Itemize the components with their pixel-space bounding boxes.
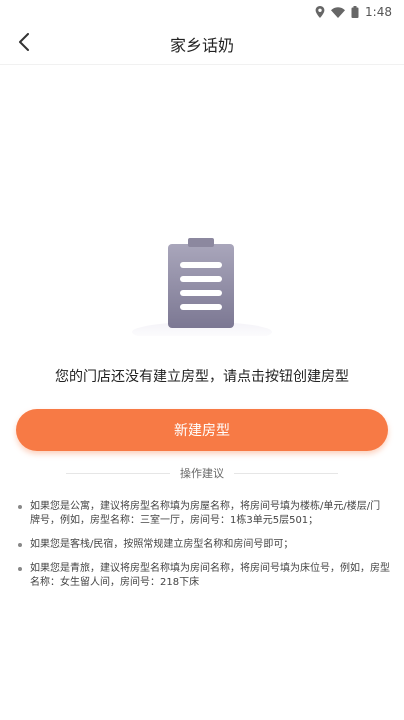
- divider: [234, 472, 338, 474]
- status-bar: 1:48: [0, 0, 404, 24]
- page-title: 家乡话奶: [169, 36, 234, 55]
- back-button[interactable]: [10, 30, 38, 58]
- app-bar: 家乡话奶: [0, 24, 404, 65]
- tip-item: 如果您是客栈/民宿，按照常规建立房型名称和房间号即可；: [18, 538, 390, 552]
- create-room-type-button[interactable]: 新建房型: [16, 409, 388, 451]
- tips-list: 如果您是公寓，建议将房型名称填为房屋名称，将房间号填为楼栋/单元/楼层/门牌号，…: [18, 500, 390, 600]
- empty-clipboard-illustration: [130, 238, 274, 342]
- battery-icon: [351, 6, 359, 18]
- wifi-icon: [331, 6, 346, 18]
- chevron-left-icon: [18, 33, 30, 55]
- status-time: 1:48: [365, 5, 392, 19]
- location-icon: [315, 6, 325, 18]
- tip-item: 如果您是公寓，建议将房型名称填为房屋名称，将房间号填为楼栋/单元/楼层/门牌号，…: [18, 500, 390, 528]
- divider: [66, 472, 170, 474]
- tips-title: 操作建议: [180, 467, 224, 480]
- empty-state-message: 您的门店还没有建立房型，请点击按钮创建房型: [55, 369, 349, 385]
- tip-item: 如果您是青旅，建议将房型名称填为房间名称，将房间号填为床位号，例如，房型名称：女…: [18, 562, 390, 590]
- tips-header: 操作建议: [66, 466, 338, 480]
